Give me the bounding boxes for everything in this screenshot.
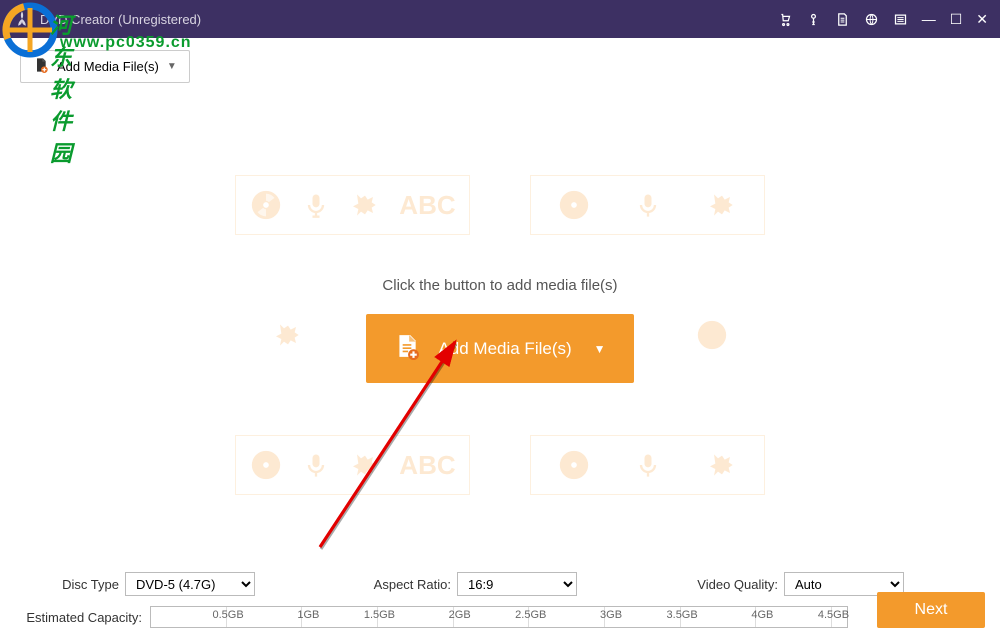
capacity-bar: 0.5GB1GB1.5GB2GB2.5GB3GB3.5GB4GB4.5GB	[150, 606, 848, 628]
disc-type-label: Disc Type	[14, 577, 119, 592]
minimize-button[interactable]: —	[922, 11, 936, 27]
key-icon[interactable]	[806, 12, 821, 27]
capacity-tick: 2GB	[378, 607, 454, 627]
placeholder-card	[530, 435, 765, 495]
next-button[interactable]: Next	[877, 592, 985, 628]
placeholder-card: ABC	[235, 435, 470, 495]
placeholder-card	[530, 175, 765, 235]
caret-down-icon: ▼	[594, 342, 606, 356]
titlebar: DVD Creator (Unregistered) — ☐ ✕	[0, 0, 1000, 38]
maximize-button[interactable]: ☐	[950, 11, 963, 28]
window-title: DVD Creator (Unregistered)	[40, 12, 777, 27]
file-add-icon	[394, 332, 420, 365]
menu-icon[interactable]	[893, 12, 908, 27]
close-button[interactable]: ✕	[976, 11, 988, 28]
cart-icon[interactable]	[777, 12, 792, 27]
capacity-tick: 1.5GB	[302, 607, 378, 627]
caret-down-icon: ▼	[167, 61, 177, 72]
aspect-ratio-select[interactable]: 16:9	[457, 572, 577, 596]
app-logo-icon	[12, 9, 32, 29]
aspect-ratio-label: Aspect Ratio:	[361, 577, 451, 592]
capacity-tick: 4.5GB	[756, 607, 832, 627]
video-quality-label: Video Quality:	[683, 577, 778, 592]
capacity-tick: 4GB	[681, 607, 757, 627]
add-media-small-label: Add Media File(s)	[57, 59, 159, 74]
capacity-tick: 2.5GB	[454, 607, 530, 627]
center-box: Click the button to add media file(s) Ad…	[366, 277, 633, 383]
globe-icon[interactable]	[864, 12, 879, 27]
titlebar-icons: — ☐ ✕	[777, 11, 988, 28]
add-media-button-large[interactable]: Add Media File(s) ▼	[366, 314, 633, 383]
capacity-tick: 0.5GB	[151, 607, 227, 627]
estimated-capacity-label: Estimated Capacity:	[14, 610, 142, 625]
file-icon[interactable]	[835, 12, 850, 27]
file-add-icon	[33, 57, 49, 76]
toolbar: Add Media File(s) ▼	[0, 38, 1000, 95]
capacity-tick: 1GB	[227, 607, 303, 627]
add-media-button-small[interactable]: Add Media File(s) ▼	[20, 50, 190, 83]
bottom-bar: Disc Type DVD-5 (4.7G) Aspect Ratio: 16:…	[0, 562, 1000, 642]
hint-text: Click the button to add media file(s)	[366, 277, 633, 294]
main-area: ABC ABC ABC ABC	[0, 95, 1000, 565]
placeholder-card: ABC	[235, 175, 470, 235]
capacity-tick: 3GB	[529, 607, 605, 627]
disc-type-select[interactable]: DVD-5 (4.7G)	[125, 572, 255, 596]
add-media-large-label: Add Media File(s)	[438, 339, 571, 359]
capacity-tick: 3.5GB	[605, 607, 681, 627]
